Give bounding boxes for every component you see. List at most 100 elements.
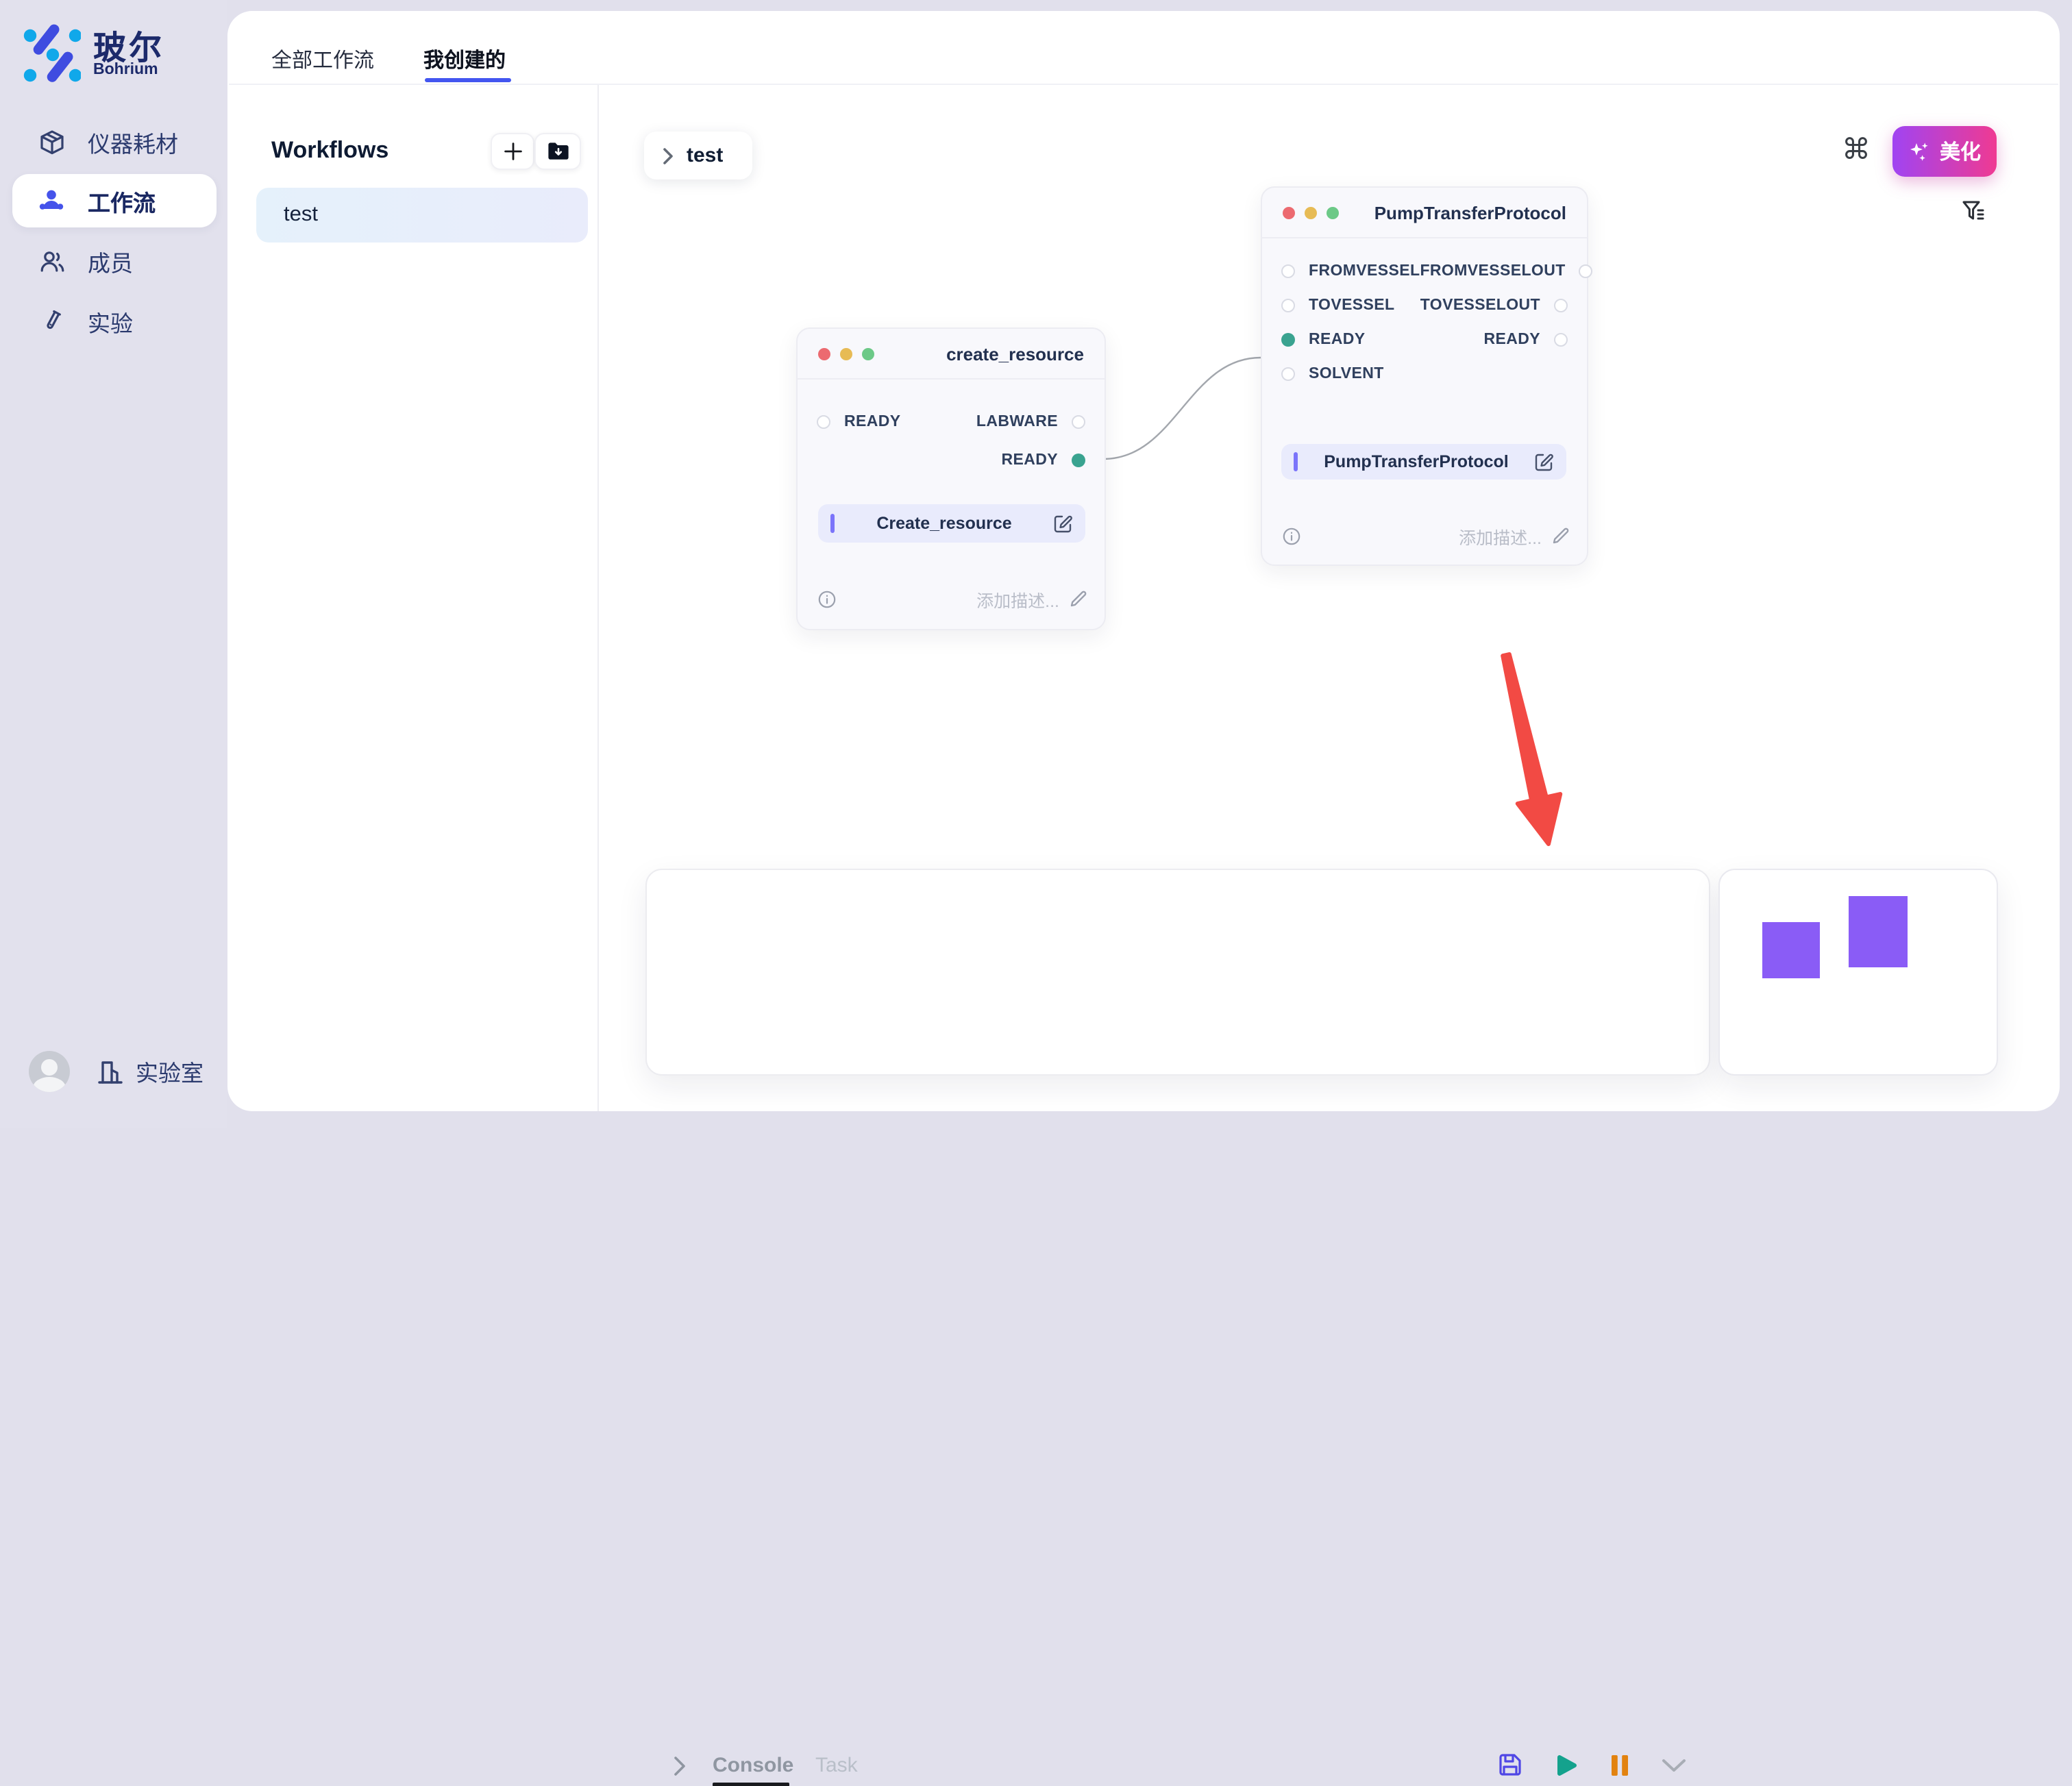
console-tab[interactable]: Console xyxy=(713,1754,793,1777)
members-icon xyxy=(37,247,66,275)
minimap-node xyxy=(1762,922,1820,978)
sidebar: 玻尔 Bohrium 仪器耗材 xyxy=(0,0,227,1128)
port-row: TOVESSEL TOVESSELOUT xyxy=(1281,292,1568,319)
command-icon[interactable]: ⌘ xyxy=(1842,136,1871,164)
port-label: FROMVESSEL xyxy=(1309,263,1420,280)
node-title: PumpTransferProtocol xyxy=(1374,202,1566,223)
pause-button[interactable] xyxy=(1610,1753,1629,1776)
edit-icon[interactable] xyxy=(1054,514,1073,533)
active-tab-underline xyxy=(425,78,511,82)
save-button[interactable] xyxy=(1498,1752,1522,1777)
port-out-fromvesselout[interactable] xyxy=(1579,264,1593,278)
sidebar-item-experiments[interactable]: 实验 xyxy=(12,295,217,348)
lab-switcher[interactable]: 实验室 xyxy=(96,1055,204,1088)
test-tube-icon xyxy=(37,307,66,336)
port-row: FROMVESSEL FROMVESSELOUT xyxy=(1281,258,1568,285)
collapse-panel-button[interactable] xyxy=(1661,1757,1687,1772)
folder-download-icon xyxy=(546,141,569,162)
port-in-solvent[interactable] xyxy=(1281,367,1295,381)
port-in-fromvessel[interactable] xyxy=(1281,264,1295,278)
node-header[interactable]: PumpTransferProtocol xyxy=(1262,188,1587,238)
window-dots xyxy=(818,347,874,360)
info-icon[interactable] xyxy=(1283,527,1300,545)
sidebar-item-label: 成员 xyxy=(88,245,133,277)
chevron-right-icon xyxy=(662,146,674,165)
workflow-list-item[interactable]: test xyxy=(256,188,588,243)
chevron-right-icon[interactable] xyxy=(671,1754,688,1778)
sidebar-footer: 实验室 xyxy=(29,1051,221,1092)
port-label: FROMVESSELOUT xyxy=(1420,263,1565,280)
port-label: LABWARE xyxy=(976,414,1058,430)
console-panel: Console Task xyxy=(645,869,1710,1076)
port-label: READY xyxy=(1309,332,1366,348)
add-description[interactable]: 添加描述... xyxy=(976,586,1087,612)
plus-icon xyxy=(502,141,523,162)
port-label: TOVESSELOUT xyxy=(1420,297,1540,314)
bohrium-logo-icon xyxy=(21,23,81,84)
building-icon xyxy=(96,1057,125,1086)
port-out-ready[interactable] xyxy=(1072,454,1085,467)
minimap[interactable] xyxy=(1718,869,1998,1076)
pill-label: PumpTransferProtocol xyxy=(1298,452,1535,471)
node-title: create_resource xyxy=(946,343,1084,364)
port-label: TOVESSEL xyxy=(1309,297,1395,314)
panel-divider xyxy=(597,85,599,1111)
dot-green-icon xyxy=(862,347,874,360)
tabbar-divider xyxy=(229,84,2058,85)
avatar-person-icon xyxy=(41,1059,58,1076)
pill-label: Create_resource xyxy=(835,514,1054,533)
tab-all-workflows[interactable]: 全部工作流 xyxy=(271,45,374,74)
console-tab-underline xyxy=(713,1783,789,1786)
port-in-tovessel[interactable] xyxy=(1281,299,1295,312)
lab-name-label: 实验室 xyxy=(136,1055,204,1088)
edit-icon[interactable] xyxy=(1535,452,1554,471)
node-pump-transfer-protocol[interactable]: PumpTransferProtocol FROMVESSEL FROMVESS… xyxy=(1261,186,1588,566)
port-in-ready[interactable] xyxy=(1281,333,1295,347)
port-label: READY xyxy=(1001,452,1058,469)
node-footer: 添加描述... xyxy=(818,586,1087,611)
sidebar-item-members[interactable]: 成员 xyxy=(12,234,217,288)
sidebar-item-consumables[interactable]: 仪器耗材 xyxy=(12,115,217,169)
sidebar-item-label: 实验 xyxy=(88,305,133,338)
node-footer: 添加描述... xyxy=(1283,523,1569,548)
beautify-label: 美化 xyxy=(1940,137,1981,166)
sidebar-item-label: 工作流 xyxy=(88,184,156,217)
node-action-pill[interactable]: PumpTransferProtocol xyxy=(1281,444,1566,480)
app-root: 玻尔 Bohrium 仪器耗材 xyxy=(0,0,2072,1128)
task-tab[interactable]: Task xyxy=(815,1754,858,1777)
port-in-ready[interactable] xyxy=(817,415,830,429)
port-out-tovesselout[interactable] xyxy=(1554,299,1568,312)
description-placeholder: 添加描述... xyxy=(1459,523,1542,549)
dot-yellow-icon xyxy=(840,347,852,360)
minimap-node xyxy=(1849,896,1908,967)
port-out-labware[interactable] xyxy=(1072,415,1085,429)
node-action-pill[interactable]: Create_resource xyxy=(818,504,1085,543)
port-out-ready[interactable] xyxy=(1554,333,1568,347)
port-label: READY xyxy=(844,414,901,430)
user-avatar[interactable] xyxy=(29,1051,70,1092)
breadcrumb[interactable]: test xyxy=(644,132,752,179)
console-actions xyxy=(1498,1750,1687,1780)
import-folder-button[interactable] xyxy=(534,133,581,170)
node-create-resource[interactable]: create_resource READY LABWARE READY Crea… xyxy=(796,327,1106,630)
add-workflow-button[interactable] xyxy=(491,133,534,170)
dot-red-icon xyxy=(818,347,830,360)
dot-yellow-icon xyxy=(1305,206,1317,219)
brand-name-en: Bohrium xyxy=(93,62,158,78)
workflow-item-name: test xyxy=(284,203,318,227)
info-icon[interactable] xyxy=(818,590,836,608)
beautify-button[interactable]: 美化 xyxy=(1892,126,1997,177)
port-label: SOLVENT xyxy=(1309,366,1384,382)
breadcrumb-label: test xyxy=(687,144,723,167)
sidebar-item-workflow[interactable]: 工作流 xyxy=(12,174,217,227)
filter-icon[interactable] xyxy=(1961,199,1986,223)
node-header[interactable]: create_resource xyxy=(798,329,1105,380)
port-row: READY LABWARE xyxy=(817,408,1085,436)
tab-created-by-me[interactable]: 我创建的 xyxy=(423,45,506,74)
run-button[interactable] xyxy=(1554,1752,1579,1778)
sidebar-item-label: 仪器耗材 xyxy=(88,125,178,158)
port-row: SOLVENT xyxy=(1281,360,1568,388)
add-description[interactable]: 添加描述... xyxy=(1459,523,1569,549)
port-label: READY xyxy=(1483,332,1540,348)
avatar-person-icon xyxy=(33,1077,66,1092)
